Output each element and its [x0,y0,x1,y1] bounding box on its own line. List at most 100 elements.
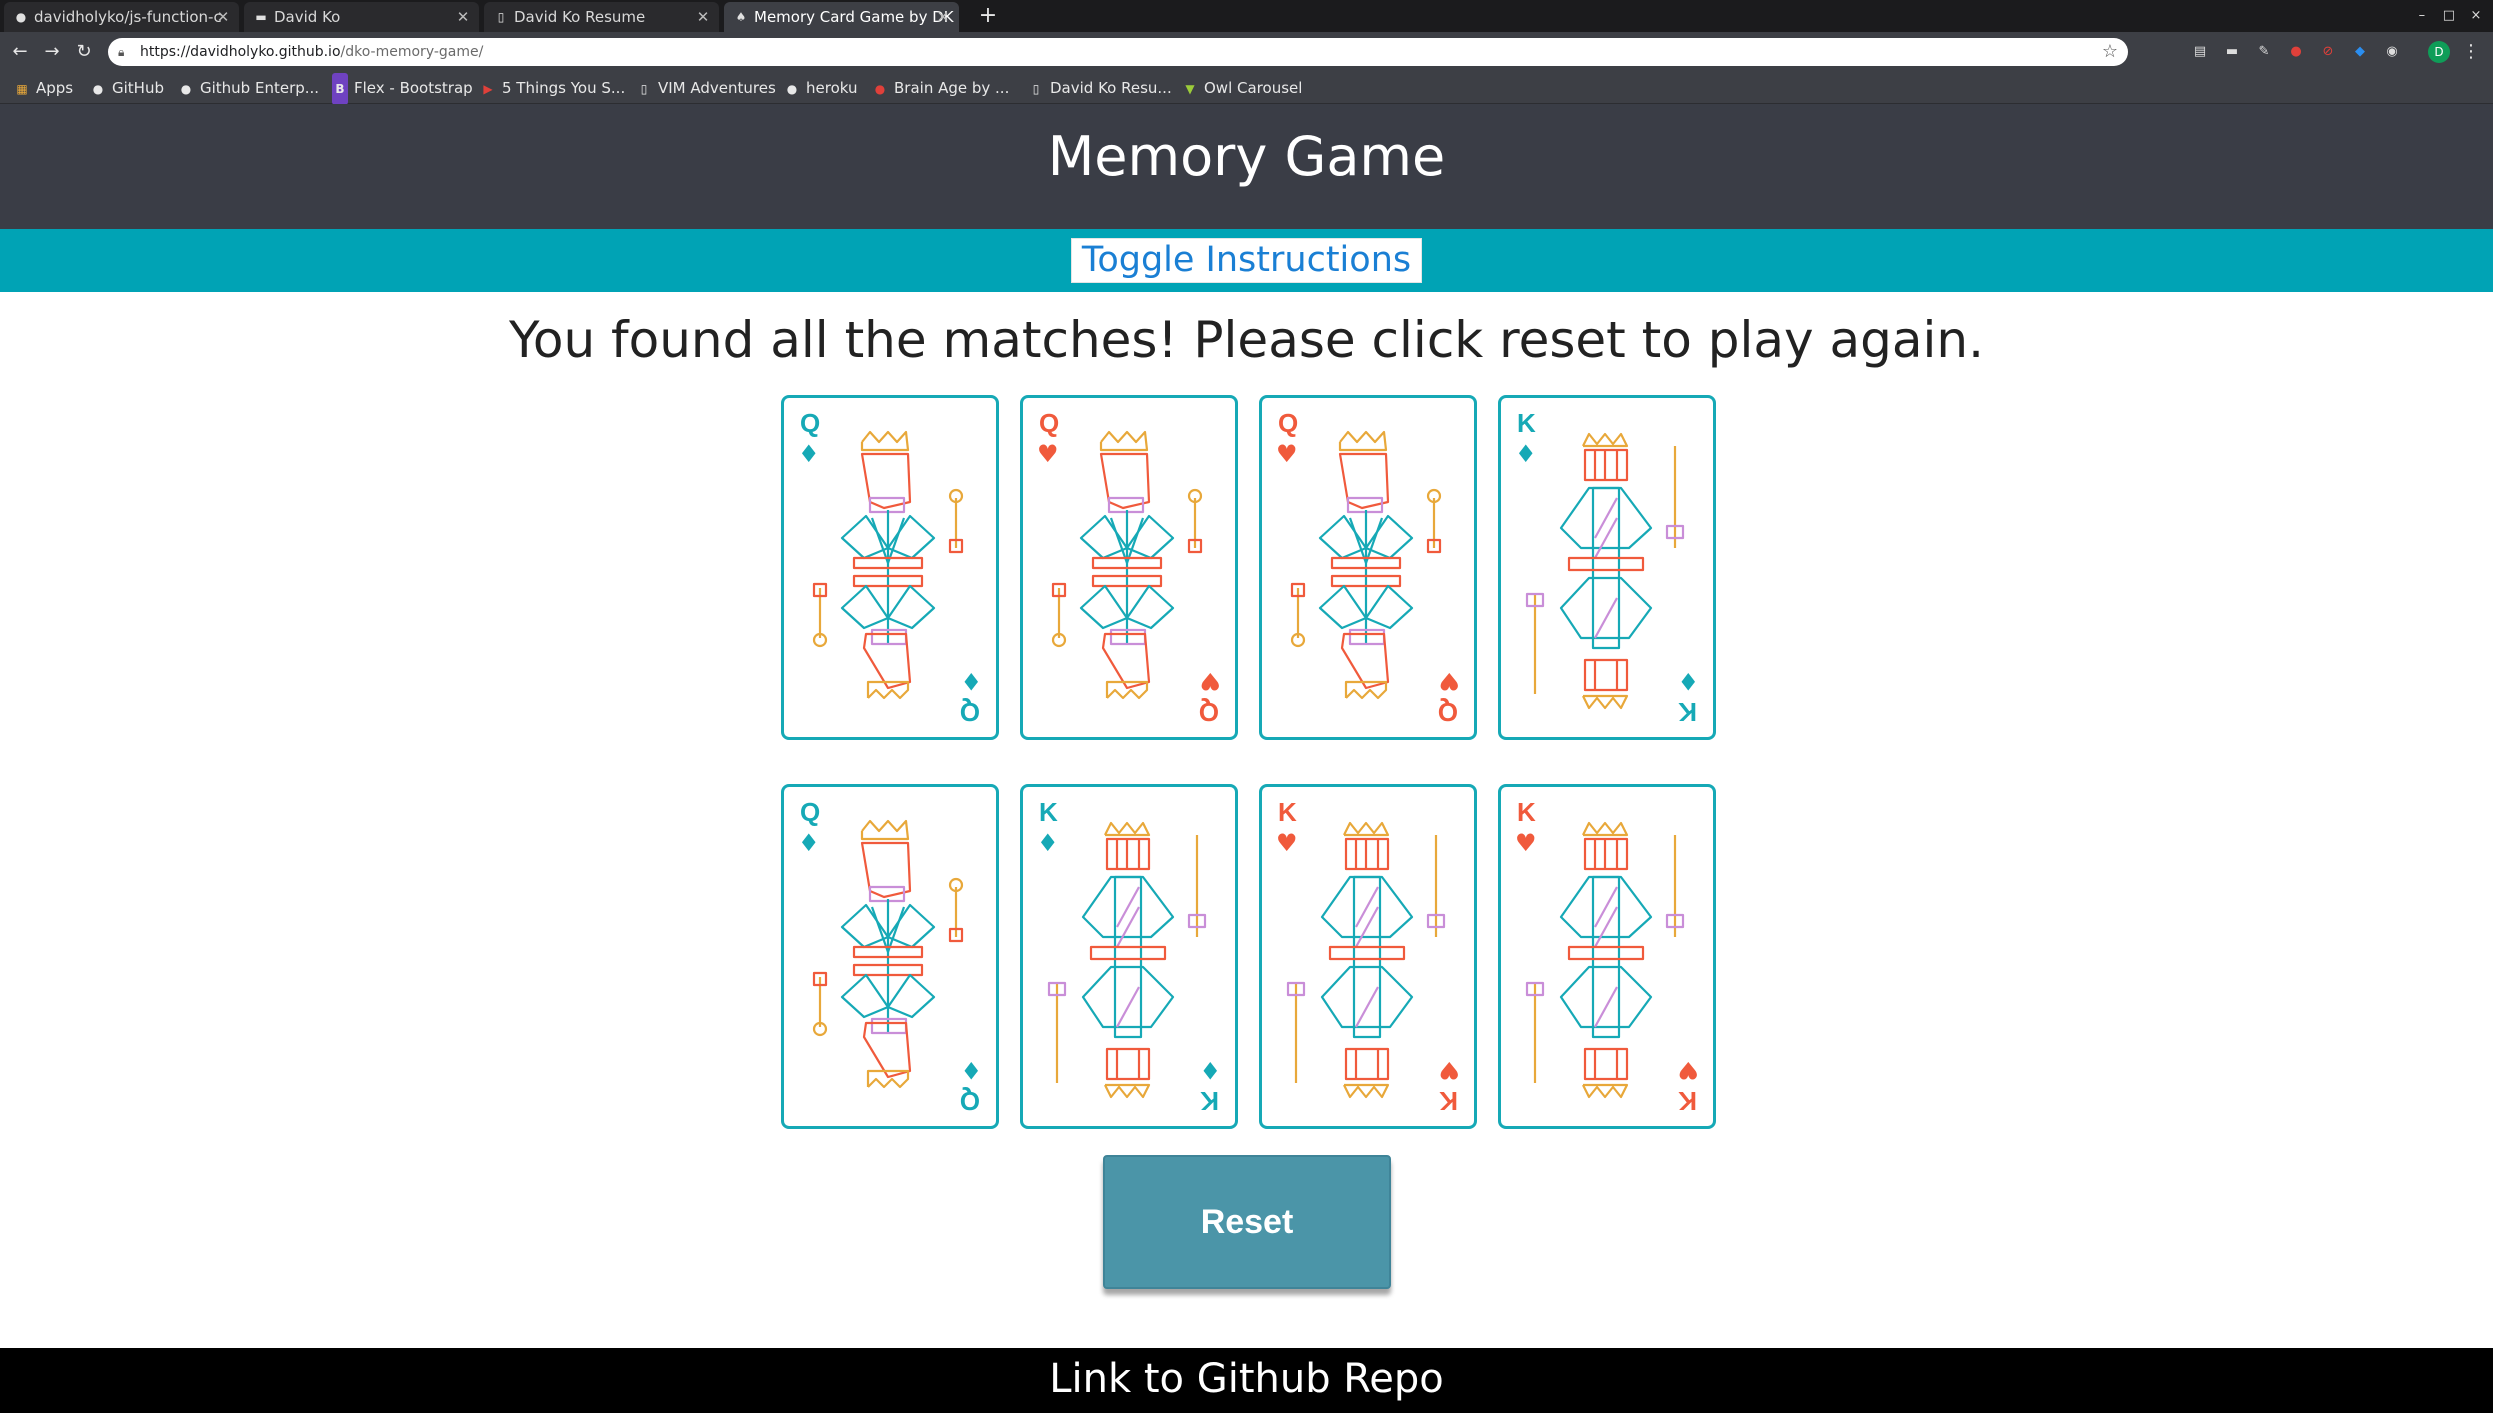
extension-scroll-icon[interactable]: ✎ [2254,42,2274,62]
page-header: Memory Game [0,104,2493,229]
diamond-icon: ♦ [798,440,820,468]
tab-label: David Ko Resume [514,8,646,26]
close-icon[interactable]: ✕ [455,2,471,32]
github-icon: ● [15,10,27,24]
forward-arrow-icon[interactable]: → [40,40,64,64]
extension-icon[interactable]: ▬ [2222,42,2242,62]
browser-tab-active[interactable]: ♠ Memory Card Game by DK ✕ [724,2,959,32]
minimize-button[interactable]: – [2411,7,2433,25]
spade-icon: ♠ [735,10,747,24]
page-icon: ▯ [497,10,505,24]
bookmark-item[interactable]: ● heroku [784,72,858,104]
playing-card[interactable]: Q ♥ Q ♥ [1020,395,1238,740]
bookmark-item[interactable]: ▯ David Ko Resu... [1028,72,1172,104]
playing-card[interactable]: K ♥ K ♥ [1498,784,1716,1129]
maximize-button[interactable]: □ [2438,7,2460,25]
tab-label: David Ko [274,8,341,26]
playing-card[interactable]: Q ♥ Q ♥ [1259,395,1477,740]
instructions-bar: Toggle Instructions [0,229,2493,292]
bookmark-star-icon[interactable]: ☆ [2102,40,2118,64]
reload-icon[interactable]: ↻ [72,40,96,64]
diamond-icon: ♦ [1199,1056,1221,1084]
window-controls: – □ × [2411,4,2487,24]
close-icon[interactable]: ✕ [935,2,951,32]
card-rank-top: K [1517,408,1536,438]
playing-card[interactable]: Q ♦ Q ♦ [781,395,999,740]
footer: Link to Github Repo [0,1348,2493,1413]
youtube-icon: ▶ [483,82,493,96]
url-text: https://davidholyko.github.io/dko-memory… [140,44,484,60]
address-bar[interactable]: 🔒︎ https://davidholyko.github.io/dko-mem… [108,38,2128,66]
browser-tab[interactable]: ● davidholyko/js-function-c ✕ [4,2,239,32]
playing-card[interactable]: K ♦ K ♦ [1498,395,1716,740]
card-rank-bottom: K [1200,1086,1219,1116]
github-icon: ● [92,82,104,96]
close-icon[interactable]: ✕ [215,2,231,32]
extension-stop-icon[interactable]: ⊘ [2318,42,2338,62]
reset-button[interactable]: Reset [1103,1155,1391,1289]
card-rank-top: Q [1039,408,1059,438]
browser-tab[interactable]: ▬ David Ko ✕ [244,2,479,32]
tab-label: Memory Card Game by DK [754,8,954,26]
card-rank-bottom: K [1678,1086,1697,1116]
dropbox-icon[interactable]: ◆ [2350,42,2370,62]
apps-grid-icon: ▦ [16,82,28,96]
bookmark-item[interactable]: B Flex - Bootstrap [332,72,473,105]
heart-icon: ♥ [1438,1056,1460,1084]
card-rank-bottom: Q [960,1086,980,1116]
playing-card[interactable]: Q ♦ Q ♦ [781,784,999,1129]
browser-tab[interactable]: ▯ David Ko Resume ✕ [484,2,719,32]
heart-icon: ♥ [1276,440,1298,468]
bookmark-item[interactable]: ▯ VIM Adventures [636,72,776,104]
menu-dots-icon[interactable]: ⋮ [2462,40,2480,64]
diamond-icon: ♦ [1515,440,1537,468]
bookmark-item[interactable]: ● Brain Age by ... [872,72,1010,104]
card-rank-top: Q [800,408,820,438]
diamond-icon: ♦ [1677,667,1699,695]
github-icon: ● [786,82,798,96]
bookmark-item[interactable]: ▦ Apps [14,72,73,104]
card-rank-bottom: Q [1199,697,1219,727]
bookmark-item[interactable]: ▶ 5 Things You S... [480,72,625,104]
heart-icon: ♥ [1199,667,1221,695]
owl-icon: ▼ [1185,82,1195,96]
close-window-button[interactable]: × [2465,7,2487,25]
new-tab-button[interactable]: + [975,2,1001,30]
card-rank-top: Q [1278,408,1298,438]
card-rank-top: K [1039,797,1058,827]
extension-chat-icon[interactable]: ▤ [2190,42,2210,62]
toggle-instructions-button[interactable]: Toggle Instructions [1071,238,1422,283]
playing-card[interactable]: K ♦ K ♦ [1020,784,1238,1129]
page-icon: ▯ [640,82,648,96]
card-rank-top: K [1517,797,1536,827]
card-rank-bottom: K [1678,697,1697,727]
heart-icon: ♥ [1438,667,1460,695]
close-icon[interactable]: ✕ [695,2,711,32]
card-rank-top: Q [800,797,820,827]
playing-card[interactable]: K ♥ K ♥ [1259,784,1477,1129]
extension-white-icon[interactable]: ◉ [2382,42,2402,62]
diamond-icon: ♦ [1037,829,1059,857]
diamond-icon: ♦ [960,1056,982,1084]
bookmark-item[interactable]: ● GitHub [90,72,164,104]
bootstrap-icon: B [332,73,348,105]
bookmark-item[interactable]: ● Github Enterp... [178,72,319,104]
red-brain-icon: ● [874,82,886,96]
card-rank-top: K [1278,797,1297,827]
heart-icon: ♥ [1677,1056,1699,1084]
heart-icon: ♥ [1276,829,1298,857]
tab-label: davidholyko/js-function-c [34,8,222,26]
profile-avatar[interactable]: D [2428,41,2450,63]
lock-icon: 🔒︎ [118,45,125,59]
github-repo-link[interactable]: Link to Github Repo [0,1348,2493,1411]
browser-tab-bar: ● davidholyko/js-function-c ✕ ▬ David Ko… [0,0,2493,32]
bookmark-item[interactable]: ▼ Owl Carousel [1182,72,1302,104]
game-status-message: You found all the matches! Please click … [508,311,1985,369]
diamond-icon: ♦ [798,829,820,857]
diamond-icon: ♦ [960,667,982,695]
card-rank-bottom: Q [1438,697,1458,727]
extension-red-icon[interactable]: ● [2286,42,2306,62]
bookmarks-bar: ▦ Apps ● GitHub ● Github Enterp... B Flex - … [0,72,2493,105]
back-arrow-icon[interactable]: ← [8,40,32,64]
card-rank-bottom: K [1439,1086,1458,1116]
